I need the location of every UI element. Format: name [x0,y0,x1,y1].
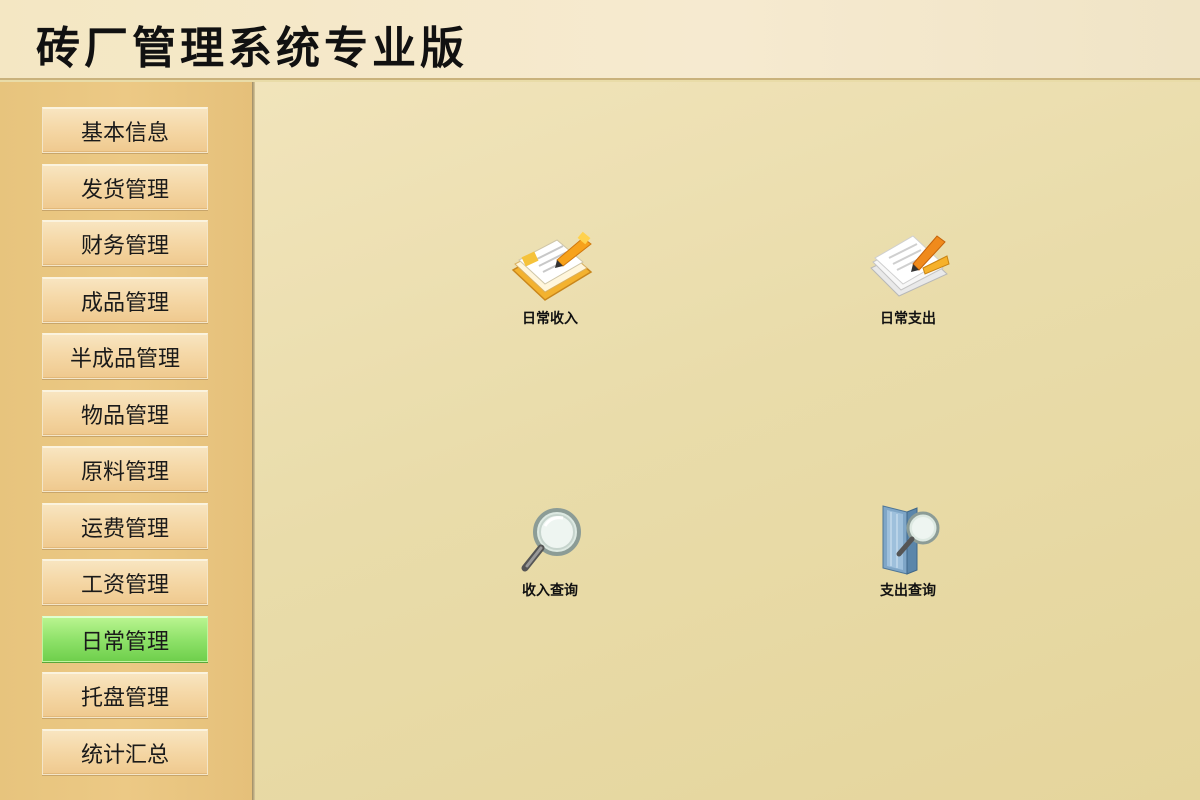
sidebar-item-label: 半成品管理 [69,346,180,372]
sidebar-item-basic-info[interactable]: 基本信息 [42,107,208,153]
sidebar-item-label: 基本信息 [80,120,169,146]
sidebar-item-finance[interactable]: 财务管理 [42,220,208,266]
expense-query-tile[interactable]: 支出查询 [843,502,973,612]
tile-label: 日常支出 [880,311,936,327]
sidebar-item-supplies[interactable]: 物品管理 [42,390,208,436]
sidebar-item-label: 财务管理 [80,233,169,259]
sidebar-item-shipping[interactable]: 发货管理 [42,164,208,210]
sidebar-item-freight[interactable]: 运费管理 [42,503,208,549]
sidebar-item-finished-goods[interactable]: 成品管理 [42,277,208,323]
book-search-icon [882,505,940,575]
sidebar-item-label: 托盘管理 [80,685,169,711]
sidebar-item-label: 原料管理 [80,459,169,485]
sidebar-item-label: 成品管理 [80,290,169,316]
sidebar-item-label: 发货管理 [80,177,169,203]
sidebar-item-raw-materials[interactable]: 原料管理 [42,446,208,492]
app-header: 砖厂管理系统专业版 [0,0,1200,80]
sidebar-item-label: 统计汇总 [80,742,169,768]
tile-label: 收入查询 [522,583,578,599]
app-title: 砖厂管理系统专业版 [36,23,468,74]
main-content: 日常收入 日常支出 收入查询 支出查询 [255,82,1200,800]
income-notebook-icon [511,231,593,301]
sidebar-item-pallets[interactable]: 托盘管理 [42,672,208,718]
expense-papers-icon [870,235,950,297]
tile-label: 日常收入 [522,311,578,327]
sidebar-item-payroll[interactable]: 工资管理 [42,559,208,605]
sidebar-item-label: 运费管理 [80,516,169,542]
daily-income-tile[interactable]: 日常收入 [485,230,615,340]
sidebar-item-statistics[interactable]: 统计汇总 [42,729,208,775]
income-query-tile[interactable]: 收入查询 [485,502,615,612]
sidebar-item-semi-finished[interactable]: 半成品管理 [42,333,208,379]
sidebar-item-label: 日常管理 [80,629,169,655]
magnifier-icon [521,508,581,572]
sidebar-item-label: 物品管理 [80,403,169,429]
daily-expense-tile[interactable]: 日常支出 [843,230,973,340]
tile-label: 支出查询 [880,583,936,599]
sidebar-item-label: 工资管理 [80,572,169,598]
sidebar-item-daily[interactable]: 日常管理 [42,616,208,662]
sidebar: 基本信息 发货管理 财务管理 成品管理 半成品管理 物品管理 原料管理 运费管理… [0,82,252,800]
